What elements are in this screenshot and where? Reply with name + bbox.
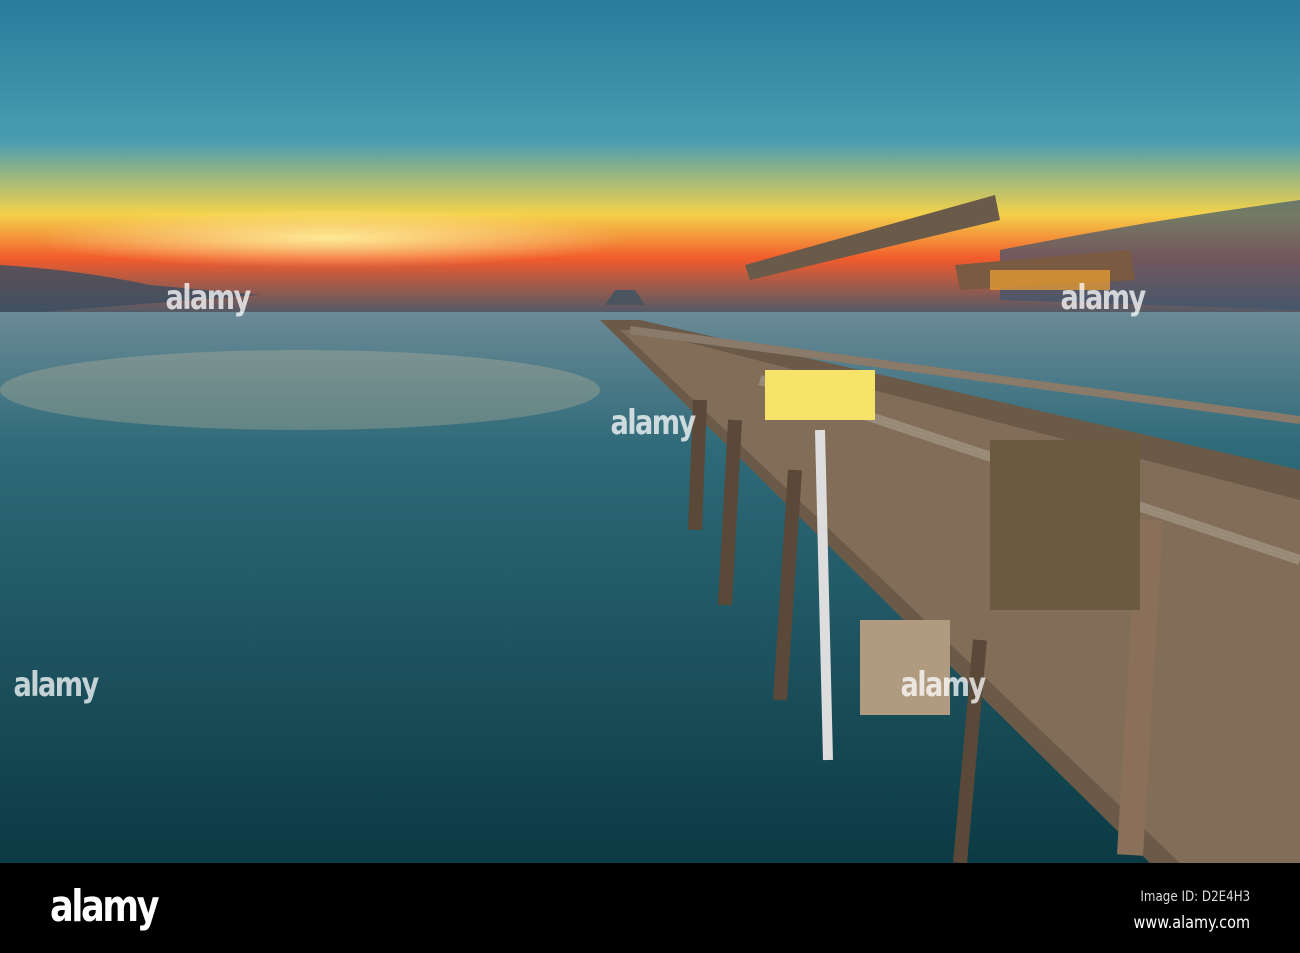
sun-reflection (0, 350, 600, 430)
image-id: Image ID: D2E4H3 (1140, 889, 1250, 905)
watermark: alamy (900, 665, 987, 705)
watermark: alamy (165, 278, 252, 318)
footer-bar: alamy Image ID: D2E4H3 www.alamy.com (0, 863, 1300, 953)
site-url: www.alamy.com (1133, 913, 1250, 933)
sun-glow (30, 208, 630, 268)
watermark: alamy (610, 403, 697, 443)
watermark: alamy (13, 665, 100, 705)
alamy-logo: alamy (50, 881, 160, 932)
watermark: alamy (1060, 278, 1147, 318)
